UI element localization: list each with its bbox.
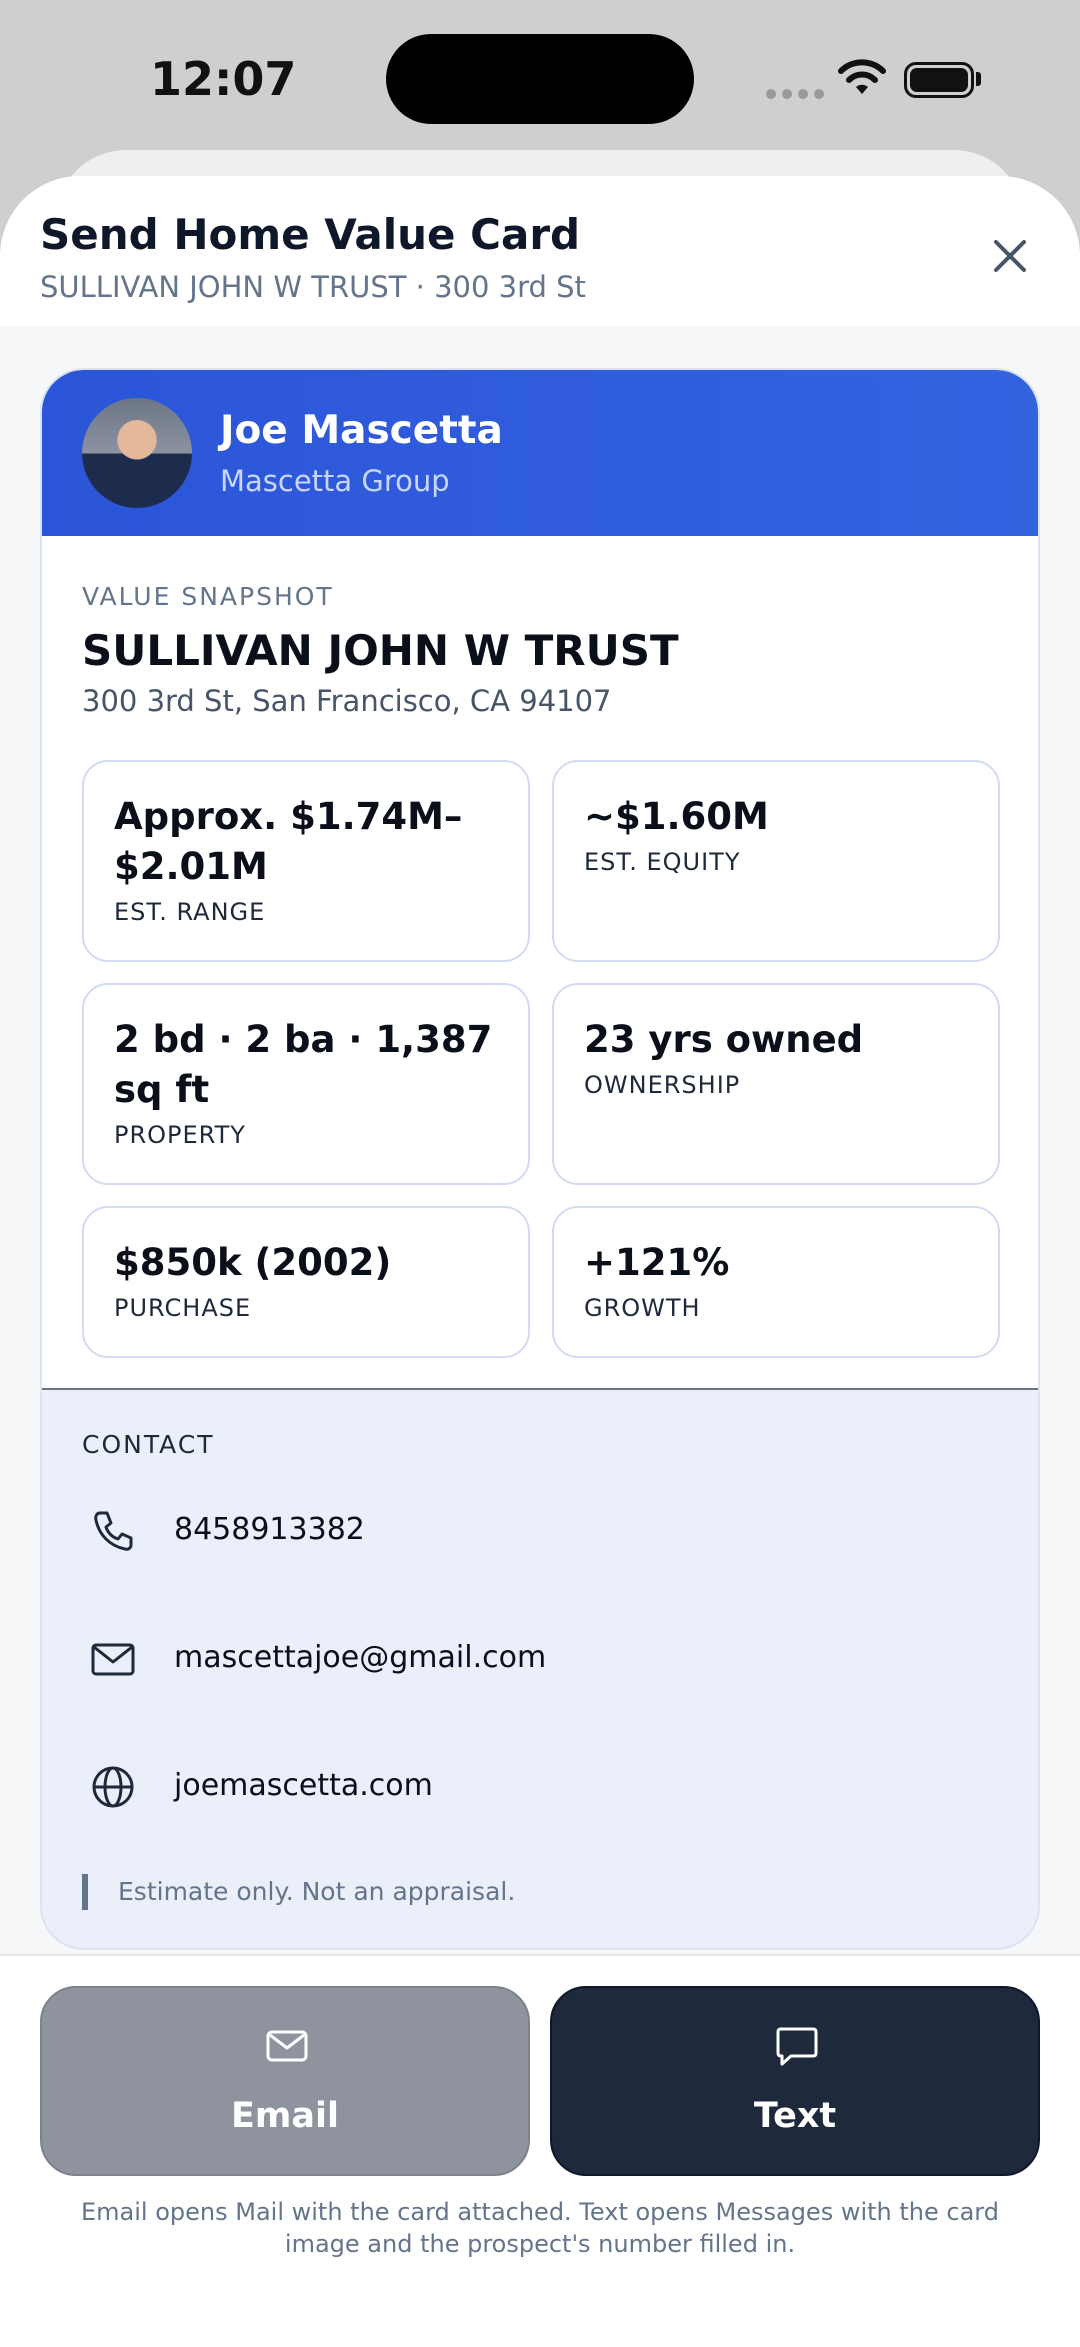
- owner-name: SULLIVAN JOHN W TRUST: [82, 626, 679, 675]
- email-button[interactable]: Email: [40, 1986, 530, 2176]
- stat-tile-purchase: $850k (2002) PURCHASE: [82, 1206, 530, 1358]
- email-button-label: Email: [231, 2096, 339, 2136]
- stat-label: EST. EQUITY: [584, 848, 741, 876]
- agent-company: Mascetta Group: [220, 464, 450, 498]
- stat-tile-ownership: 23 yrs owned OWNERSHIP: [552, 983, 1000, 1185]
- stat-value: +121%: [584, 1241, 730, 1284]
- action-bar: Email Text Email opens Mail with the car…: [0, 1954, 1080, 2347]
- battery-icon: [904, 62, 974, 98]
- stat-label: PURCHASE: [114, 1294, 252, 1322]
- stat-label: PROPERTY: [114, 1121, 246, 1149]
- stat-tile-property: 2 bd · 2 ba · 1,387 sq ft PROPERTY: [82, 983, 530, 1185]
- disclaimer: Estimate only. Not an appraisal.: [82, 1874, 515, 1910]
- status-time: 12:07: [150, 52, 297, 106]
- contact-email: mascettajoe@gmail.com: [174, 1640, 547, 1675]
- text-button[interactable]: Text: [550, 1986, 1040, 2176]
- mail-icon: [91, 1643, 135, 1676]
- agent-name: Joe Mascetta: [220, 408, 503, 453]
- dynamic-island: [386, 34, 694, 124]
- agent-header: Joe Mascetta Mascetta Group: [42, 370, 1038, 536]
- text-button-label: Text: [753, 2096, 837, 2136]
- contact-section: CONTACT 8458913382 mascettajoe@gmail.com: [42, 1388, 1038, 1948]
- stat-value: 23 yrs owned: [584, 1018, 864, 1061]
- stat-value: ~$1.60M: [584, 795, 769, 838]
- sheet-title: Send Home Value Card: [40, 210, 581, 259]
- message-icon: [776, 2027, 818, 2066]
- cellular-signal-icon: [766, 84, 830, 103]
- mail-icon: [266, 2030, 308, 2062]
- contact-phone: 8458913382: [174, 1512, 365, 1547]
- status-bar: 12:07: [0, 0, 1080, 160]
- stat-tile-equity: ~$1.60M EST. EQUITY: [552, 760, 1000, 962]
- stat-label: OWNERSHIP: [584, 1071, 741, 1099]
- home-value-card: Joe Mascetta Mascetta Group VALUE SNAPSH…: [40, 368, 1040, 1950]
- avatar: [82, 398, 192, 508]
- contact-email-row[interactable]: mascettajoe@gmail.com: [82, 1628, 982, 1688]
- phone-icon: [94, 1511, 133, 1551]
- send-card-sheet: Send Home Value Card SULLIVAN JOHN W TRU…: [0, 176, 1080, 2347]
- action-footnote: Email opens Mail with the card attached.…: [81, 2198, 999, 2258]
- contact-phone-row[interactable]: 8458913382: [82, 1500, 982, 1560]
- contact-website-row[interactable]: joemascetta.com: [82, 1756, 982, 1816]
- close-button[interactable]: [986, 232, 1034, 280]
- stat-value: 2 bd · 2 ba · 1,387 sq ft: [114, 1018, 493, 1111]
- sheet-subtitle: SULLIVAN JOHN W TRUST · 300 3rd St: [40, 270, 586, 304]
- wifi-icon: [838, 59, 886, 94]
- globe-icon: [92, 1766, 134, 1808]
- stat-tile-range: Approx. $1.74M–$2.01M EST. RANGE: [82, 760, 530, 962]
- contact-label: CONTACT: [82, 1430, 215, 1459]
- contact-website: joemascetta.com: [174, 1768, 433, 1803]
- battery-tip: [976, 72, 981, 86]
- close-icon: [994, 240, 1026, 272]
- stat-label: EST. RANGE: [114, 898, 266, 926]
- snapshot-label: VALUE SNAPSHOT: [82, 582, 334, 611]
- property-address: 300 3rd St, San Francisco, CA 94107: [82, 684, 612, 718]
- stat-label: GROWTH: [584, 1294, 701, 1322]
- stat-value: $850k (2002): [114, 1241, 392, 1284]
- stat-tile-growth: +121% GROWTH: [552, 1206, 1000, 1358]
- stat-value: Approx. $1.74M–$2.01M: [114, 795, 463, 888]
- sheet-header: Send Home Value Card SULLIVAN JOHN W TRU…: [0, 176, 1080, 326]
